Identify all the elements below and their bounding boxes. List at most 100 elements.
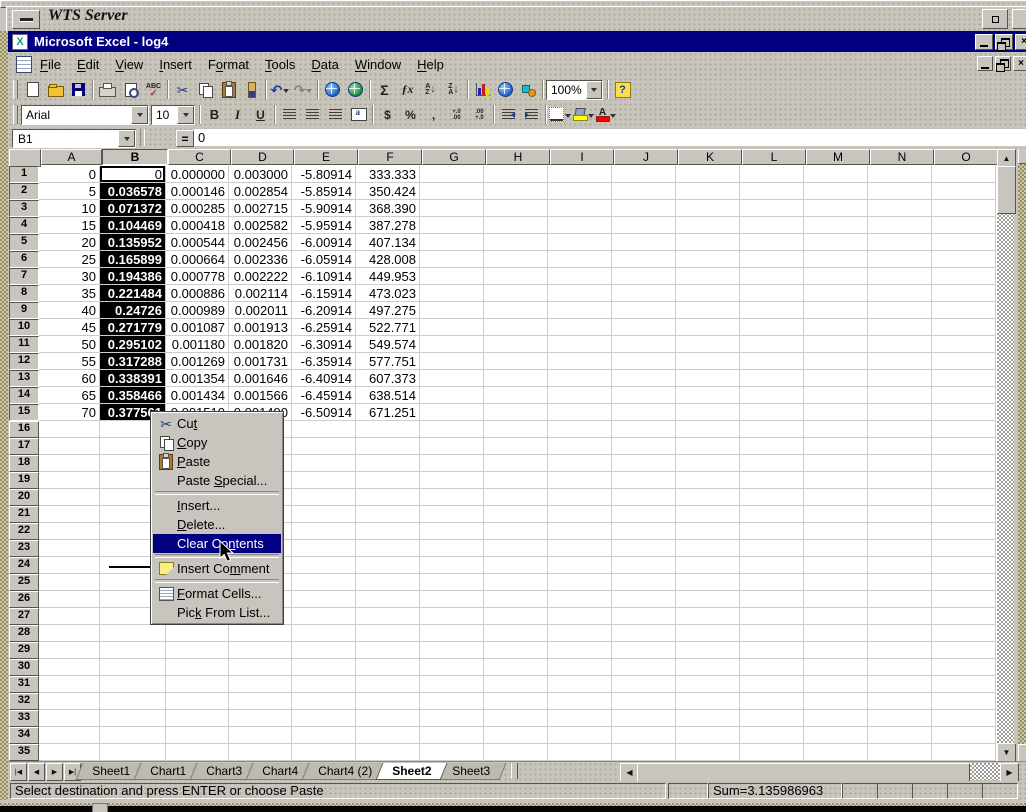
wts-scroll-thumb[interactable] — [1018, 744, 1026, 762]
cell-H33[interactable] — [484, 710, 548, 727]
cell-J13[interactable] — [612, 370, 676, 387]
row-header-12[interactable]: 12 — [9, 353, 39, 370]
cell-N10[interactable] — [868, 319, 932, 336]
row-header-33[interactable]: 33 — [9, 710, 39, 727]
cell-L31[interactable] — [740, 676, 804, 693]
sheet-vertical-scrollbar[interactable] — [997, 149, 1014, 760]
cell-G5[interactable] — [420, 234, 484, 251]
cell-E12[interactable]: -6.35914 — [292, 353, 356, 370]
cell-C1[interactable]: 0.000000 — [166, 166, 229, 183]
cell-F16[interactable] — [356, 421, 420, 438]
cell-M27[interactable] — [804, 608, 868, 625]
cell-K3[interactable] — [676, 200, 740, 217]
cell-F22[interactable] — [356, 523, 420, 540]
cell-M24[interactable] — [804, 557, 868, 574]
cell-D4[interactable]: 0.002582 — [229, 217, 292, 234]
cell-E11[interactable]: -6.30914 — [292, 336, 356, 353]
cell-O28[interactable] — [932, 625, 996, 642]
cell-F4[interactable]: 387.278 — [356, 217, 420, 234]
cell-K30[interactable] — [676, 659, 740, 676]
cell-L32[interactable] — [740, 693, 804, 710]
cell-H10[interactable] — [484, 319, 548, 336]
cell-I5[interactable] — [548, 234, 612, 251]
cell-L33[interactable] — [740, 710, 804, 727]
cell-F14[interactable]: 638.514 — [356, 387, 420, 404]
cell-H19[interactable] — [484, 472, 548, 489]
column-header-L[interactable]: L — [742, 149, 806, 165]
cell-J29[interactable] — [612, 642, 676, 659]
menu-window[interactable]: Window — [347, 54, 409, 75]
cell-L7[interactable] — [740, 268, 804, 285]
cell-E33[interactable] — [292, 710, 356, 727]
cell-G14[interactable] — [420, 387, 484, 404]
cell-I8[interactable] — [548, 285, 612, 302]
cell-G15[interactable] — [420, 404, 484, 421]
row-header-2[interactable]: 2 — [9, 183, 39, 200]
cell-M16[interactable] — [804, 421, 868, 438]
cell-E15[interactable]: -6.50914 — [292, 404, 356, 421]
cell-L13[interactable] — [740, 370, 804, 387]
cell-A21[interactable] — [39, 506, 100, 523]
cell-J4[interactable] — [612, 217, 676, 234]
cell-E18[interactable] — [292, 455, 356, 472]
cell-K22[interactable] — [676, 523, 740, 540]
cell-L35[interactable] — [740, 744, 804, 761]
cell-N24[interactable] — [868, 557, 932, 574]
cell-L6[interactable] — [740, 251, 804, 268]
cell-A10[interactable]: 45 — [39, 319, 100, 336]
workbook-restore-button[interactable] — [995, 56, 1011, 71]
cell-A29[interactable] — [39, 642, 100, 659]
cell-A31[interactable] — [39, 676, 100, 693]
cell-K23[interactable] — [676, 540, 740, 557]
cell-K4[interactable] — [676, 217, 740, 234]
cell-J30[interactable] — [612, 659, 676, 676]
cell-J23[interactable] — [612, 540, 676, 557]
cell-L30[interactable] — [740, 659, 804, 676]
cell-A27[interactable] — [39, 608, 100, 625]
context-menu-item-copy[interactable]: Copy — [153, 433, 281, 452]
cell-H26[interactable] — [484, 591, 548, 608]
cell-H5[interactable] — [484, 234, 548, 251]
context-menu-item-paste-special[interactable]: Paste Special... — [153, 471, 281, 490]
cell-F20[interactable] — [356, 489, 420, 506]
cell-E32[interactable] — [292, 693, 356, 710]
context-menu-item-format-cells[interactable]: Format Cells... — [153, 584, 281, 603]
cell-I23[interactable] — [548, 540, 612, 557]
cell-K33[interactable] — [676, 710, 740, 727]
cell-O23[interactable] — [932, 540, 996, 557]
cell-F9[interactable]: 497.275 — [356, 302, 420, 319]
italic-button[interactable]: I — [226, 104, 249, 125]
cell-O30[interactable] — [932, 659, 996, 676]
cell-L16[interactable] — [740, 421, 804, 438]
cell-A20[interactable] — [39, 489, 100, 506]
cell-F12[interactable]: 577.751 — [356, 353, 420, 370]
cell-O2[interactable] — [932, 183, 996, 200]
workbook-minimize-button[interactable] — [977, 56, 993, 71]
cell-D31[interactable] — [229, 676, 292, 693]
cell-I33[interactable] — [548, 710, 612, 727]
cell-L20[interactable] — [740, 489, 804, 506]
cell-L25[interactable] — [740, 574, 804, 591]
cell-O13[interactable] — [932, 370, 996, 387]
cell-L23[interactable] — [740, 540, 804, 557]
cell-F23[interactable] — [356, 540, 420, 557]
row-header-31[interactable]: 31 — [9, 676, 39, 693]
cell-I17[interactable] — [548, 438, 612, 455]
cell-A2[interactable]: 5 — [39, 183, 100, 200]
cell-J31[interactable] — [612, 676, 676, 693]
cell-O26[interactable] — [932, 591, 996, 608]
cell-C11[interactable]: 0.001180 — [166, 336, 229, 353]
cell-F32[interactable] — [356, 693, 420, 710]
row-header-22[interactable]: 22 — [9, 523, 39, 540]
cell-I16[interactable] — [548, 421, 612, 438]
cell-D9[interactable]: 0.002011 — [229, 302, 292, 319]
cell-J1[interactable] — [612, 166, 676, 183]
column-header-F[interactable]: F — [358, 149, 422, 165]
cell-C5[interactable]: 0.000544 — [166, 234, 229, 251]
cell-I19[interactable] — [548, 472, 612, 489]
cell-J18[interactable] — [612, 455, 676, 472]
cell-H16[interactable] — [484, 421, 548, 438]
undo-button[interactable]: ↶ — [269, 79, 292, 100]
cell-G3[interactable] — [420, 200, 484, 217]
cell-F25[interactable] — [356, 574, 420, 591]
